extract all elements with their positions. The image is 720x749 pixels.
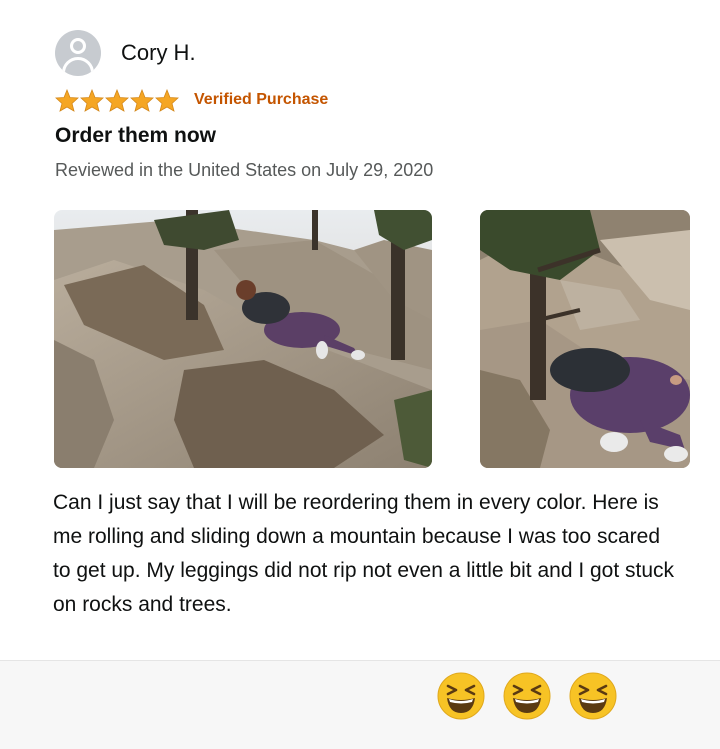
- rating-row: Verified Purchase: [55, 88, 328, 112]
- verified-purchase-badge: Verified Purchase: [194, 91, 329, 108]
- grinning-squinting-face-icon: [569, 672, 617, 720]
- star-icon: [80, 88, 104, 112]
- star-rating[interactable]: [55, 88, 180, 112]
- reviewer-name[interactable]: Cory H.: [121, 40, 196, 66]
- review-photo-2[interactable]: [480, 210, 690, 468]
- review-photo-1[interactable]: [54, 210, 432, 468]
- emoji-reactions: [436, 671, 634, 721]
- person-silhouette-icon: [55, 30, 101, 76]
- review-title: Order them now: [55, 124, 217, 147]
- review-date: Reviewed in the United States on July 29…: [55, 160, 434, 180]
- review-card: Cory H. Verified Purchase Order them now…: [0, 0, 720, 660]
- grinning-squinting-face-icon: [503, 672, 551, 720]
- review-body: Can I just say that I will be reordering…: [53, 491, 675, 616]
- star-icon: [130, 88, 154, 112]
- star-icon: [55, 88, 79, 112]
- star-icon: [105, 88, 129, 112]
- reaction-bar: [0, 660, 720, 749]
- star-icon: [155, 88, 179, 112]
- reviewer-profile[interactable]: Cory H.: [55, 30, 196, 76]
- grinning-squinting-face-icon: [437, 672, 485, 720]
